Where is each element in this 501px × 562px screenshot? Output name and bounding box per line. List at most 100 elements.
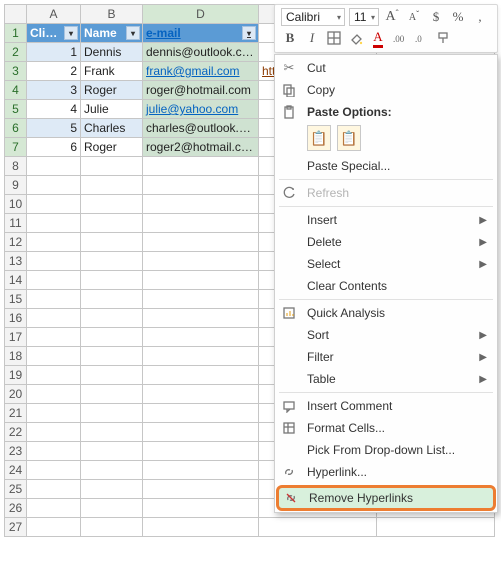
menu-format-cells[interactable]: Format Cells... [277, 417, 495, 439]
cell[interactable] [143, 252, 259, 271]
cell[interactable] [27, 176, 81, 195]
cell[interactable] [81, 518, 143, 537]
decrease-font-icon[interactable]: Aˇ [405, 8, 423, 26]
cell[interactable] [143, 423, 259, 442]
cell[interactable]: frank@gmail.com [143, 62, 259, 81]
cell[interactable]: Roger [81, 138, 143, 157]
col-header-B[interactable]: B [81, 5, 143, 24]
row-header[interactable]: 10 [5, 195, 27, 214]
menu-cut[interactable]: ✂ Cut [277, 57, 495, 79]
cell[interactable] [81, 233, 143, 252]
menu-insert[interactable]: Insert ▶ [277, 209, 495, 231]
menu-select[interactable]: Select ▶ [277, 253, 495, 275]
cell[interactable] [27, 518, 81, 537]
row-header[interactable]: 8 [5, 157, 27, 176]
cell[interactable] [81, 157, 143, 176]
cell[interactable] [27, 328, 81, 347]
menu-table[interactable]: Table ▶ [277, 368, 495, 390]
menu-remove-hyperlinks[interactable]: Remove Hyperlinks [276, 485, 496, 511]
cell[interactable] [143, 157, 259, 176]
comma-button[interactable]: , [471, 8, 489, 26]
paste-option-values[interactable]: 📋 [337, 125, 361, 151]
col-header-A[interactable]: A [27, 5, 81, 24]
cell[interactable]: 6 [27, 138, 81, 157]
cell[interactable] [81, 271, 143, 290]
cell[interactable] [27, 423, 81, 442]
cell[interactable] [143, 290, 259, 309]
font-size-select[interactable]: 11 ▾ [349, 8, 379, 26]
cell[interactable] [27, 404, 81, 423]
cell[interactable] [27, 309, 81, 328]
cell[interactable] [27, 233, 81, 252]
cell[interactable] [377, 518, 495, 537]
percent-button[interactable]: % [449, 8, 467, 26]
menu-sort[interactable]: Sort ▶ [277, 324, 495, 346]
filter-button-icon[interactable]: ▾ [126, 26, 140, 40]
menu-hyperlink[interactable]: Hyperlink... [277, 461, 495, 483]
row-header[interactable]: 19 [5, 366, 27, 385]
cell[interactable] [27, 252, 81, 271]
menu-paste-special[interactable]: Paste Special... [277, 155, 495, 177]
cell[interactable] [143, 195, 259, 214]
row-header[interactable]: 17 [5, 328, 27, 347]
cell[interactable]: 2 [27, 62, 81, 81]
cell[interactable]: Dennis [81, 43, 143, 62]
cell[interactable]: 5 [27, 119, 81, 138]
row-header[interactable]: 27 [5, 518, 27, 537]
font-color-icon[interactable]: A [369, 29, 387, 47]
cell[interactable]: Frank [81, 62, 143, 81]
borders-icon[interactable] [325, 29, 343, 47]
cell[interactable] [81, 404, 143, 423]
cell[interactable] [27, 385, 81, 404]
table-header-name[interactable]: Name ▾ [81, 24, 143, 43]
cell[interactable]: julie@yahoo.com [143, 100, 259, 119]
row-header[interactable]: 22 [5, 423, 27, 442]
font-name-select[interactable]: Calibri ▾ [281, 8, 345, 26]
cell[interactable] [81, 176, 143, 195]
cell[interactable]: Charles [81, 119, 143, 138]
cell[interactable] [143, 309, 259, 328]
cell[interactable] [27, 499, 81, 518]
row-header[interactable]: 3 [5, 62, 27, 81]
menu-delete[interactable]: Delete ▶ [277, 231, 495, 253]
cell[interactable]: roger@hotmail.com [143, 81, 259, 100]
cell[interactable] [27, 271, 81, 290]
menu-insert-comment[interactable]: Insert Comment [277, 395, 495, 417]
col-header-D[interactable]: D [143, 5, 259, 24]
cell[interactable] [81, 214, 143, 233]
row-header[interactable]: 1 [5, 24, 27, 43]
cell[interactable] [81, 423, 143, 442]
cell[interactable] [27, 157, 81, 176]
cell[interactable] [143, 480, 259, 499]
cell[interactable] [143, 347, 259, 366]
cell[interactable] [143, 214, 259, 233]
table-header-email[interactable]: e-mail ▾ [143, 24, 259, 43]
cell[interactable]: roger2@hotmail.com [143, 138, 259, 157]
cell[interactable] [81, 309, 143, 328]
cell[interactable] [81, 347, 143, 366]
cell[interactable] [143, 499, 259, 518]
row-header[interactable]: 6 [5, 119, 27, 138]
currency-button[interactable]: $ [427, 8, 445, 26]
row-header[interactable]: 18 [5, 347, 27, 366]
cell[interactable] [81, 252, 143, 271]
cell[interactable] [27, 214, 81, 233]
row-header[interactable]: 11 [5, 214, 27, 233]
filter-button-icon[interactable]: ▾ [64, 26, 78, 40]
menu-copy[interactable]: Copy [277, 79, 495, 101]
row-header[interactable]: 4 [5, 81, 27, 100]
menu-clear-contents[interactable]: Clear Contents [277, 275, 495, 297]
email-link[interactable]: julie@yahoo.com [146, 102, 238, 116]
cell[interactable] [27, 480, 81, 499]
cell[interactable]: dennis@outlook.com [143, 43, 259, 62]
format-painter-icon[interactable] [435, 29, 453, 47]
cell[interactable] [27, 461, 81, 480]
cell[interactable] [27, 347, 81, 366]
increase-font-icon[interactable]: Aˆ [383, 8, 401, 26]
cell[interactable] [27, 195, 81, 214]
menu-filter[interactable]: Filter ▶ [277, 346, 495, 368]
filter-button-icon[interactable]: ▾ [242, 26, 256, 40]
row-header[interactable]: 5 [5, 100, 27, 119]
row-header[interactable]: 25 [5, 480, 27, 499]
cell[interactable] [143, 404, 259, 423]
